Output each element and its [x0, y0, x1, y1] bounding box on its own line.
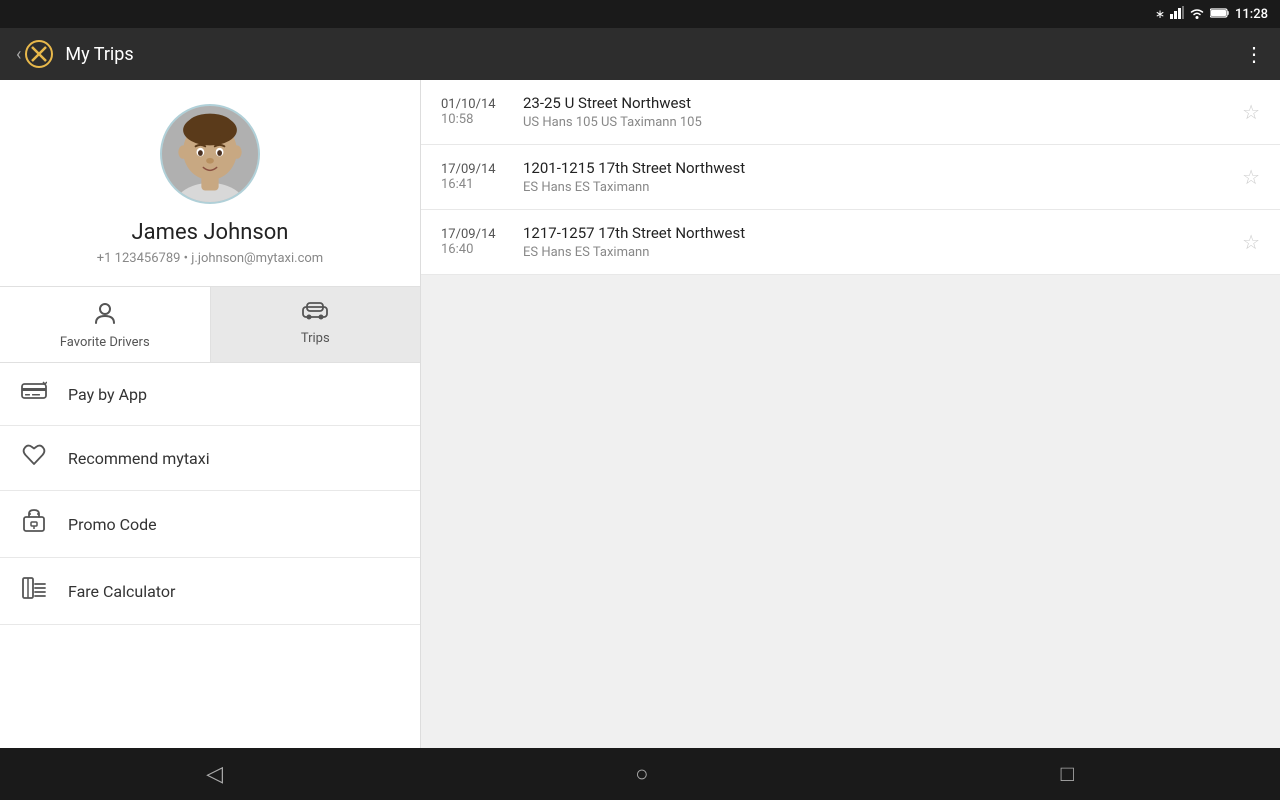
- page-title: My Trips: [65, 44, 1244, 65]
- nav-recent-button[interactable]: □: [1021, 753, 1114, 795]
- trip-driver: US Hans 105 US Taximann 105: [523, 115, 1230, 130]
- tab-favorite-drivers-label: Favorite Drivers: [60, 335, 150, 350]
- trip-item[interactable]: 01/10/14 10:58 23-25 U Street Northwest …: [421, 80, 1280, 145]
- trip-address: 1201-1215 17th Street Northwest: [523, 159, 1230, 177]
- trip-details: 23-25 U Street Northwest US Hans 105 US …: [523, 94, 1230, 130]
- trip-date: 17/09/14: [441, 162, 511, 177]
- app-logo: [25, 40, 53, 68]
- trip-date-time: 01/10/14 10:58: [441, 97, 511, 127]
- profile-phone: +1 123456789: [97, 251, 181, 266]
- nav-back-button[interactable]: ◁: [166, 754, 263, 795]
- tab-trips-label: Trips: [301, 331, 330, 346]
- fare-calculator-icon: [20, 576, 48, 606]
- status-time: 11:28: [1235, 7, 1268, 22]
- nav-home-button[interactable]: ○: [595, 753, 688, 795]
- profile-email: j.johnson@mytaxi.com: [191, 251, 323, 266]
- tabs-container: Favorite Drivers Trips: [0, 287, 420, 363]
- favorite-drivers-icon: [92, 299, 118, 331]
- right-panel: 01/10/14 10:58 23-25 U Street Northwest …: [420, 80, 1280, 748]
- signal-icon: [1170, 6, 1184, 22]
- trip-date-time: 17/09/14 16:40: [441, 227, 511, 257]
- back-button[interactable]: ‹: [16, 44, 21, 65]
- avatar: [160, 104, 260, 204]
- trip-star-button[interactable]: ☆: [1242, 230, 1260, 254]
- main-content: James Johnson +1 123456789 • j.johnson@m…: [0, 80, 1280, 748]
- wifi-icon: [1189, 7, 1205, 22]
- promo-code-label: Promo Code: [68, 515, 157, 534]
- trip-driver: ES Hans ES Taximann: [523, 245, 1230, 260]
- promo-code-icon: [20, 509, 48, 539]
- recommend-icon: [20, 444, 48, 472]
- trip-details: 1201-1215 17th Street Northwest ES Hans …: [523, 159, 1230, 195]
- profile-contact: +1 123456789 • j.johnson@mytaxi.com: [97, 251, 323, 266]
- menu-item-pay-by-app[interactable]: Pay by App: [0, 363, 420, 426]
- trip-address: 23-25 U Street Northwest: [523, 94, 1230, 112]
- overflow-menu-button[interactable]: ⋮: [1244, 42, 1264, 66]
- trip-driver: ES Hans ES Taximann: [523, 180, 1230, 195]
- trip-item[interactable]: 17/09/14 16:40 1217-1257 17th Street Nor…: [421, 210, 1280, 275]
- app-bar: ‹ My Trips ⋮: [0, 28, 1280, 80]
- status-bar: ∗ 11:28: [0, 0, 1280, 28]
- trip-details: 1217-1257 17th Street Northwest ES Hans …: [523, 224, 1230, 260]
- pay-by-app-icon: [20, 381, 48, 407]
- bluetooth-icon: ∗: [1155, 7, 1165, 21]
- profile-name: James Johnson: [132, 220, 289, 245]
- trip-item[interactable]: 17/09/14 16:41 1201-1215 17th Street Nor…: [421, 145, 1280, 210]
- status-icons: ∗ 11:28: [1155, 6, 1268, 22]
- menu-item-promo-code[interactable]: Promo Code: [0, 491, 420, 558]
- trip-time: 16:41: [441, 177, 511, 192]
- trip-date: 17/09/14: [441, 227, 511, 242]
- menu-item-recommend[interactable]: Recommend mytaxi: [0, 426, 420, 491]
- pay-by-app-label: Pay by App: [68, 385, 147, 404]
- fare-calculator-label: Fare Calculator: [68, 582, 175, 601]
- recommend-label: Recommend mytaxi: [68, 449, 210, 468]
- trip-time: 16:40: [441, 242, 511, 257]
- trip-time: 10:58: [441, 112, 511, 127]
- trips-icon: [301, 299, 329, 327]
- trip-address: 1217-1257 17th Street Northwest: [523, 224, 1230, 242]
- tab-favorite-drivers[interactable]: Favorite Drivers: [0, 287, 210, 362]
- trip-star-button[interactable]: ☆: [1242, 165, 1260, 189]
- menu-item-fare-calculator[interactable]: Fare Calculator: [0, 558, 420, 625]
- trip-date: 01/10/14: [441, 97, 511, 112]
- left-panel: James Johnson +1 123456789 • j.johnson@m…: [0, 80, 420, 748]
- tab-trips[interactable]: Trips: [211, 287, 421, 362]
- battery-icon: [1210, 7, 1230, 22]
- profile-section: James Johnson +1 123456789 • j.johnson@m…: [0, 80, 420, 287]
- nav-bar: ◁ ○ □: [0, 748, 1280, 800]
- trip-date-time: 17/09/14 16:41: [441, 162, 511, 192]
- menu-list: Pay by App Recommend mytaxi: [0, 363, 420, 625]
- trip-star-button[interactable]: ☆: [1242, 100, 1260, 124]
